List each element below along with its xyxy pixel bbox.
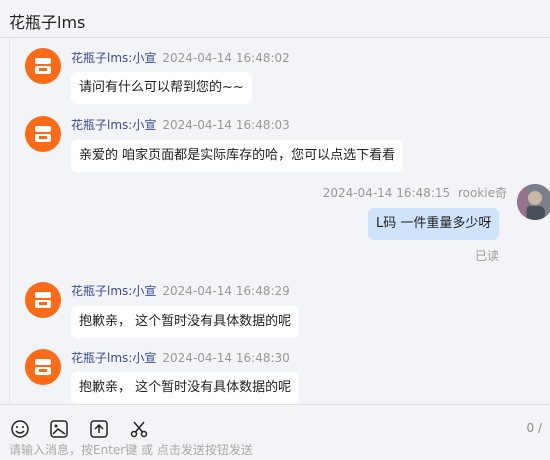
user-photo-icon (517, 184, 550, 220)
emoji-icon[interactable] (10, 419, 30, 439)
shop-logo-icon (35, 292, 51, 308)
message-meta: 花瓶子lms:小宣 2024-04-14 16:48:03 (71, 116, 290, 133)
shop-avatar (25, 116, 61, 152)
message-time: 2024-04-14 16:48:02 (162, 51, 290, 65)
shop-avatar (25, 349, 61, 385)
shop-avatar (25, 282, 61, 318)
sender-name: 花瓶子lms:小宣 (71, 351, 157, 365)
sender-name: rookie奇 (457, 186, 507, 200)
shop-logo-icon (35, 126, 51, 142)
message-bubble: 抱歉亲， 这个暂时没有具体数据的呢 (71, 306, 300, 338)
shop-logo-icon (35, 58, 51, 74)
message-meta: 花瓶子lms:小宣 2024-04-14 16:48:29 (71, 282, 290, 299)
divider (9, 38, 10, 404)
char-counter: 0 / (526, 421, 543, 435)
scissors-icon[interactable] (129, 419, 149, 439)
message-time: 2024-04-14 16:48:30 (162, 351, 290, 365)
sender-name: 花瓶子lms:小宣 (71, 51, 157, 65)
upload-icon[interactable] (89, 419, 109, 439)
chat-header: 花瓶子lms (0, 0, 550, 38)
sender-name: 花瓶子lms:小宣 (71, 284, 157, 298)
shop-logo-icon (35, 359, 51, 375)
message-bubble: 亲爱的 咱家页面都是实际库存的哈，您可以点选下看看 (71, 140, 404, 172)
message-time: 2024-04-14 16:48:29 (162, 284, 290, 298)
shop-avatar (25, 48, 61, 84)
read-status: 已读 (475, 249, 500, 263)
sender-name: 花瓶子lms:小宣 (71, 118, 157, 132)
message-bubble: 抱歉亲， 这个暂时没有具体数据的呢 (71, 372, 300, 404)
message-input[interactable] (9, 440, 539, 460)
message-bubble: L码 一件重量多少呀 (368, 208, 500, 240)
chat-title: 花瓶子lms (9, 13, 86, 32)
image-icon[interactable] (49, 419, 69, 439)
message-meta: 花瓶子lms:小宣 2024-04-14 16:48:02 (71, 49, 290, 66)
message-meta: 花瓶子lms:小宣 2024-04-14 16:48:30 (71, 349, 290, 366)
message-time: 2024-04-14 16:48:15 (322, 186, 451, 200)
message-meta: 2024-04-14 16:48:15 rookie奇 (323, 184, 507, 201)
user-avatar (517, 184, 550, 220)
message-time: 2024-04-14 16:48:03 (162, 118, 290, 132)
message-bubble: 请问有什么可以帮到您的~~ (71, 72, 252, 104)
